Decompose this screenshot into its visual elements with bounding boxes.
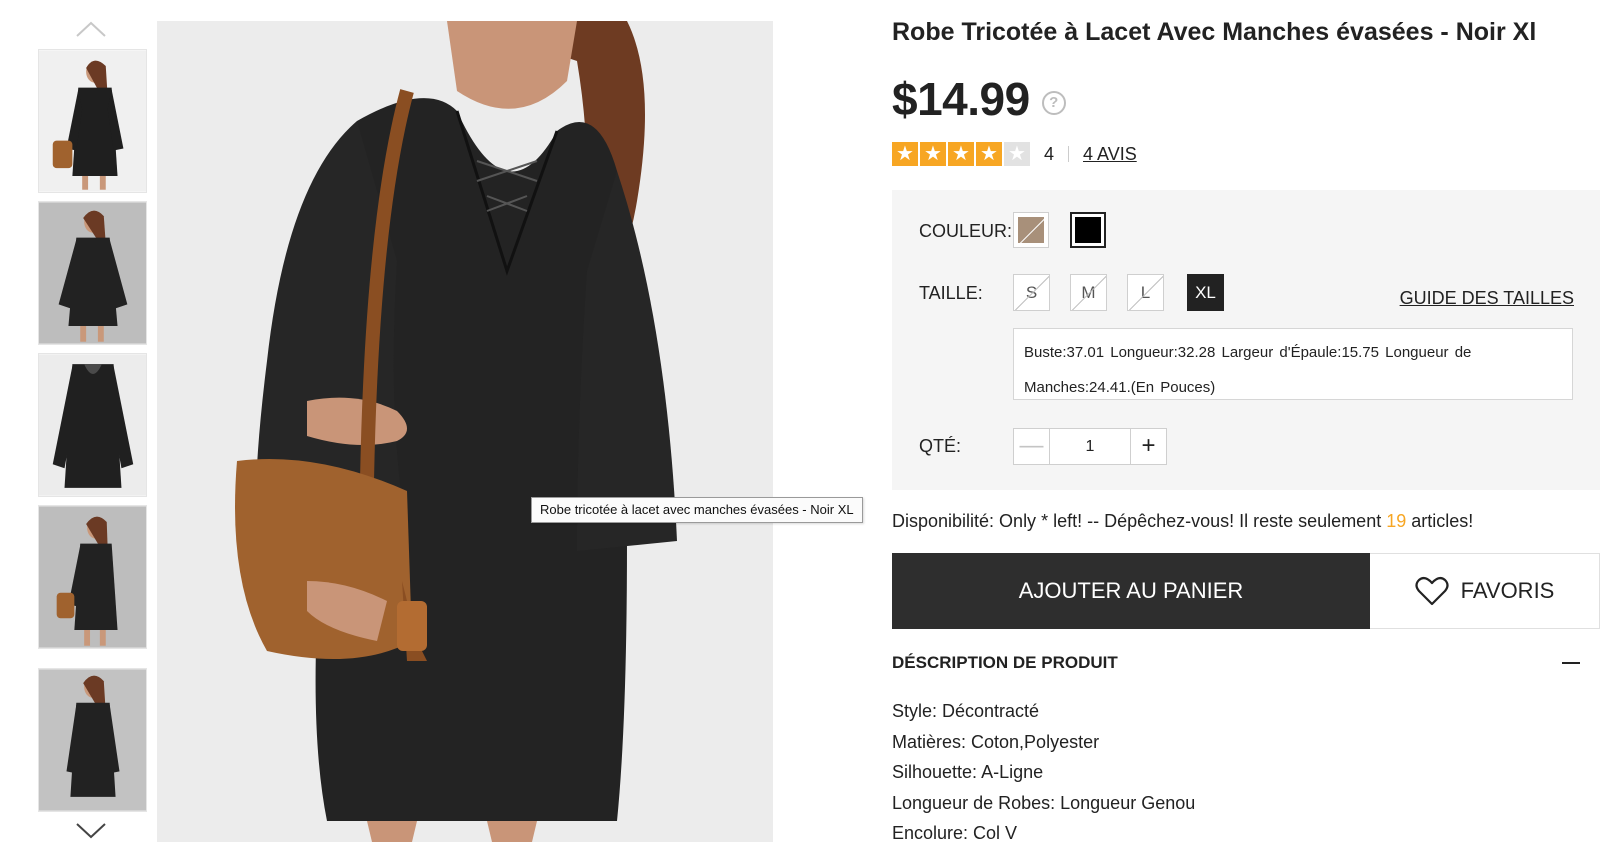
reviews-link[interactable]: 4 AVIS xyxy=(1083,144,1137,165)
size-option-xl[interactable]: XL xyxy=(1187,274,1224,311)
size-label: TAILLE: xyxy=(919,283,983,303)
description-item: Style: Décontracté xyxy=(892,701,1040,721)
description-item: Longueur de Robes: Longueur Genou xyxy=(892,792,1196,813)
product-options-panel: COULEUR: TAILLE: S M L XL GUIDE DES TAIL… xyxy=(892,190,1600,490)
thumbnail-2[interactable] xyxy=(38,201,147,345)
star-icon: ★ xyxy=(920,142,946,166)
quantity-label: QTÉ: xyxy=(919,436,962,456)
star-icon: ★ xyxy=(892,142,918,166)
description-list: Style: Décontracté Matières: Coton,Polyes… xyxy=(892,696,1195,849)
favorites-label: FAVORIS xyxy=(1460,578,1555,603)
quantity-input[interactable]: 1 xyxy=(1050,428,1130,465)
stock-count: 19 xyxy=(1386,511,1407,531)
thumbnail-image xyxy=(39,669,146,811)
dress-photo xyxy=(157,21,773,842)
collapse-icon[interactable] xyxy=(1560,652,1582,674)
thumbnail-4[interactable] xyxy=(38,505,147,649)
description-item: Silhouette: A-Ligne xyxy=(892,762,1044,782)
divider xyxy=(1068,146,1070,162)
thumbnail-5[interactable] xyxy=(38,668,147,812)
thumbnail-image xyxy=(39,506,146,648)
thumbnail-image xyxy=(39,202,146,344)
star-icon: ★ xyxy=(976,142,1002,166)
thumbnail-image xyxy=(39,354,146,496)
availability-text: Disponibilité: Only * left! -- Dépêchez-… xyxy=(892,511,1473,532)
description-header[interactable]: DÉSCRIPTION DE PRODUIT xyxy=(892,650,1582,676)
size-option-s[interactable]: S xyxy=(1013,274,1050,311)
availability-prefix: Disponibilité: Only * left! -- Dépêchez-… xyxy=(892,511,1387,531)
heart-icon xyxy=(1415,576,1449,606)
price-row: $14.99 ? xyxy=(892,72,1066,126)
size-measurements: Buste:37.01 Longueur:32.28 Largeur d'Épa… xyxy=(1013,328,1573,400)
add-to-cart-button[interactable]: AJOUTER AU PANIER xyxy=(892,553,1370,629)
favorites-button[interactable]: FAVORIS xyxy=(1370,553,1600,629)
description-title: DÉSCRIPTION DE PRODUIT xyxy=(892,653,1118,672)
size-option-m[interactable]: M xyxy=(1070,274,1107,311)
main-product-image[interactable] xyxy=(157,21,773,842)
thumbnail-3[interactable] xyxy=(38,353,147,497)
rating-row: ★ ★ ★ ★ ★ 4 4 AVIS xyxy=(892,142,1137,166)
product-price: $14.99 xyxy=(892,73,1030,125)
swatch-fill xyxy=(1018,217,1044,243)
swatch-fill xyxy=(1075,217,1101,243)
description-item: Matières: Coton,Polyester xyxy=(892,731,1100,752)
thumbnail-image xyxy=(39,50,146,192)
thumbnail-scroll-up[interactable] xyxy=(74,18,108,40)
description-item: Encolure: Col V xyxy=(892,823,1018,843)
chevron-up-icon xyxy=(76,21,106,37)
unavailable-strike xyxy=(1018,217,1044,243)
rating-stars: ★ ★ ★ ★ ★ xyxy=(892,142,1032,166)
star-icon: ★ xyxy=(948,142,974,166)
chevron-down-icon xyxy=(76,823,106,839)
quantity-decrease-button[interactable]: — xyxy=(1013,428,1050,465)
image-tooltip: Robe tricotée à lacet avec manches évasé… xyxy=(531,497,863,523)
product-title: Robe Tricotée à Lacet Avec Manches évasé… xyxy=(892,18,1537,46)
help-icon[interactable]: ? xyxy=(1041,91,1066,115)
thumbnail-scroll-down[interactable] xyxy=(74,820,108,842)
quantity-stepper: — 1 + xyxy=(1013,428,1167,465)
color-swatch-black[interactable] xyxy=(1070,212,1106,248)
color-label: COULEUR: xyxy=(919,221,1013,241)
availability-suffix: articles! xyxy=(1406,511,1474,531)
color-swatch-brown[interactable] xyxy=(1013,212,1049,248)
thumbnail-1[interactable] xyxy=(38,49,147,193)
quantity-increase-button[interactable]: + xyxy=(1130,428,1167,465)
size-option-l[interactable]: L xyxy=(1127,274,1164,311)
size-guide-link[interactable]: GUIDE DES TAILLES xyxy=(1400,288,1574,309)
star-icon: ★ xyxy=(1004,142,1030,166)
rating-count: 4 xyxy=(1044,143,1055,164)
